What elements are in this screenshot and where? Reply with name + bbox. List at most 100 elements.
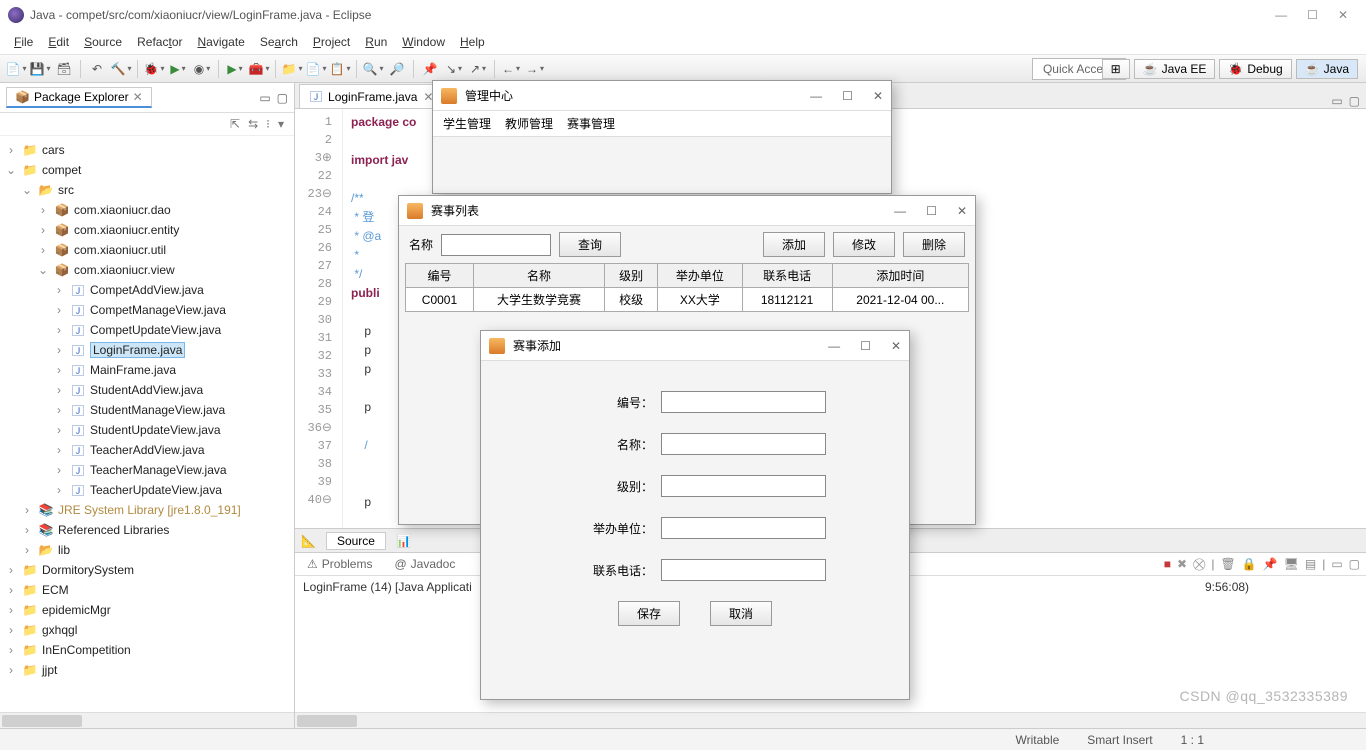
twisty-icon[interactable]: › xyxy=(4,623,18,637)
add-max-button[interactable]: ☐ xyxy=(860,339,871,353)
menu-teacher-mgmt[interactable]: 教师管理 xyxy=(505,115,553,132)
tree-item-com-xiaoniucr-util[interactable]: ›📦com.xiaoniucr.util xyxy=(0,240,294,260)
twisty-icon[interactable]: › xyxy=(52,483,66,497)
terminate-icon[interactable]: ■ xyxy=(1164,557,1171,572)
twisty-icon[interactable]: › xyxy=(52,443,66,457)
add-button[interactable]: 添加 xyxy=(763,232,825,257)
twisty-icon[interactable]: › xyxy=(52,403,66,417)
toggle-mark-button[interactable]: 📌 xyxy=(420,59,440,79)
filter-icon[interactable]: ⁝ xyxy=(266,117,270,131)
structure-tab-icon[interactable]: 📊 xyxy=(396,534,411,548)
javadoc-tab[interactable]: @ Javadoc xyxy=(388,555,461,573)
tree-item-com-xiaoniucr-dao[interactable]: ›📦com.xiaoniucr.dao xyxy=(0,200,294,220)
twisty-icon[interactable]: › xyxy=(36,203,50,217)
console-min-icon[interactable]: ▭ xyxy=(1331,557,1342,572)
view-menu-icon[interactable]: ▾ xyxy=(278,117,284,131)
perspective-debug[interactable]: 🐞 Debug xyxy=(1219,59,1291,79)
tree-item-studentupdateview-java[interactable]: ›🄹StudentUpdateView.java xyxy=(0,420,294,440)
field-name-input[interactable] xyxy=(661,433,826,455)
horizontal-scrollbar[interactable] xyxy=(0,712,294,728)
new-package-button[interactable]: 📁 xyxy=(282,59,302,79)
tree-item-lib[interactable]: ›📂lib xyxy=(0,540,294,560)
perspective-javaee[interactable]: ☕ Java EE xyxy=(1134,59,1216,79)
project-tree[interactable]: ›📁cars⌄📁compet⌄📂src›📦com.xiaoniucr.dao›📦… xyxy=(0,136,294,712)
list-min-button[interactable]: — xyxy=(894,204,906,218)
tree-item-epidemicmgr[interactable]: ›📁epidemicMgr xyxy=(0,600,294,620)
clear-console-icon[interactable]: 🗑 xyxy=(1220,557,1235,572)
undo-button[interactable]: ↶ xyxy=(87,59,107,79)
list-close-button[interactable]: ✕ xyxy=(957,204,967,218)
tree-item-com-xiaoniucr-entity[interactable]: ›📦com.xiaoniucr.entity xyxy=(0,220,294,240)
twisty-icon[interactable]: › xyxy=(20,523,34,537)
coverage-button[interactable]: ◉ xyxy=(192,59,212,79)
console-max-icon[interactable]: ▢ xyxy=(1349,557,1360,572)
cancel-button[interactable]: 取消 xyxy=(710,601,772,626)
menu-source[interactable]: Source xyxy=(78,33,128,51)
debug-button[interactable]: 🐞 xyxy=(144,59,164,79)
twisty-icon[interactable]: › xyxy=(52,343,66,357)
editor-tab-loginframe[interactable]: 🄹 LoginFrame.java ✕ xyxy=(299,84,444,108)
twisty-icon[interactable]: › xyxy=(4,643,18,657)
editor-horizontal-scrollbar[interactable] xyxy=(295,712,1366,728)
menu-window[interactable]: Window xyxy=(396,33,451,51)
query-button[interactable]: 查询 xyxy=(559,232,621,257)
package-explorer-tab[interactable]: 📦 Package Explorer ✕ xyxy=(6,87,152,108)
tree-item-cars[interactable]: ›📁cars xyxy=(0,140,294,160)
menu-run[interactable]: Run xyxy=(359,33,393,51)
run-last-button[interactable]: ▶ xyxy=(225,59,245,79)
twisty-icon[interactable]: › xyxy=(4,663,18,677)
tree-item-compet[interactable]: ⌄📁compet xyxy=(0,160,294,180)
twisty-icon[interactable]: › xyxy=(52,323,66,337)
prev-annotation-button[interactable]: ↗ xyxy=(468,59,488,79)
tree-item-competmanageview-java[interactable]: ›🄹CompetManageView.java xyxy=(0,300,294,320)
list-max-button[interactable]: ☐ xyxy=(926,204,937,218)
tree-item-jre-system-library-jre1-8-0-191-[interactable]: ›📚JRE System Library [jre1.8.0_191] xyxy=(0,500,294,520)
tree-item-src[interactable]: ⌄📂src xyxy=(0,180,294,200)
maximize-button[interactable]: ☐ xyxy=(1307,8,1318,22)
menu-compet-mgmt[interactable]: 赛事管理 xyxy=(567,115,615,132)
menu-student-mgmt[interactable]: 学生管理 xyxy=(443,115,491,132)
compet-table[interactable]: 编号名称级别 举办单位联系电话添加时间 C0001大学生数学竞赛校级 XX大学1… xyxy=(405,263,969,312)
run-button[interactable]: ▶ xyxy=(168,59,188,79)
twisty-icon[interactable]: › xyxy=(52,283,66,297)
design-tab-icon[interactable]: 📐 xyxy=(301,534,316,548)
name-input[interactable] xyxy=(441,234,551,256)
minimize-button[interactable]: — xyxy=(1275,8,1287,22)
back-button[interactable]: ← xyxy=(501,59,521,79)
menu-navigate[interactable]: Navigate xyxy=(191,33,250,51)
ext-tools-button[interactable]: 🧰 xyxy=(249,59,269,79)
tree-item-mainframe-java[interactable]: ›🄹MainFrame.java xyxy=(0,360,294,380)
editor-maximize-icon[interactable]: ▢ xyxy=(1349,94,1360,108)
tree-item-teacherupdateview-java[interactable]: ›🄹TeacherUpdateView.java xyxy=(0,480,294,500)
twisty-icon[interactable]: › xyxy=(52,363,66,377)
twisty-icon[interactable]: ⌄ xyxy=(20,183,34,197)
tree-item-teacheraddview-java[interactable]: ›🄹TeacherAddView.java xyxy=(0,440,294,460)
admin-min-button[interactable]: — xyxy=(810,89,822,103)
twisty-icon[interactable]: › xyxy=(4,583,18,597)
tree-item-referenced-libraries[interactable]: ›📚Referenced Libraries xyxy=(0,520,294,540)
remove-launch-icon[interactable]: ✖ xyxy=(1177,557,1187,572)
twisty-icon[interactable]: › xyxy=(52,463,66,477)
tree-item-ecm[interactable]: ›📁ECM xyxy=(0,580,294,600)
admin-close-button[interactable]: ✕ xyxy=(873,89,883,103)
menu-edit[interactable]: Edit xyxy=(42,33,75,51)
tree-item-com-xiaoniucr-view[interactable]: ⌄📦com.xiaoniucr.view xyxy=(0,260,294,280)
tree-item-teachermanageview-java[interactable]: ›🄹TeacherManageView.java xyxy=(0,460,294,480)
save-button[interactable]: 保存 xyxy=(618,601,680,626)
tab-close-icon[interactable]: ✕ xyxy=(133,90,143,104)
minimize-view-icon[interactable]: ▭ xyxy=(259,91,270,105)
add-min-button[interactable]: — xyxy=(828,339,840,353)
search-button[interactable]: 🔎 xyxy=(387,59,407,79)
collapse-all-icon[interactable]: ⇱ xyxy=(230,117,240,131)
twisty-icon[interactable]: › xyxy=(4,143,18,157)
new-type-button[interactable]: 📋 xyxy=(330,59,350,79)
twisty-icon[interactable]: › xyxy=(52,303,66,317)
save-button[interactable]: 💾 xyxy=(30,59,50,79)
next-annotation-button[interactable]: ↘ xyxy=(444,59,464,79)
field-level-input[interactable] xyxy=(661,475,826,497)
field-phone-input[interactable] xyxy=(661,559,826,581)
open-console-icon[interactable]: ▤ xyxy=(1305,557,1316,572)
delete-button[interactable]: 删除 xyxy=(903,232,965,257)
problems-tab[interactable]: ⚠ Problems xyxy=(301,555,378,573)
open-perspective-button[interactable]: ⊞ xyxy=(1102,59,1130,79)
